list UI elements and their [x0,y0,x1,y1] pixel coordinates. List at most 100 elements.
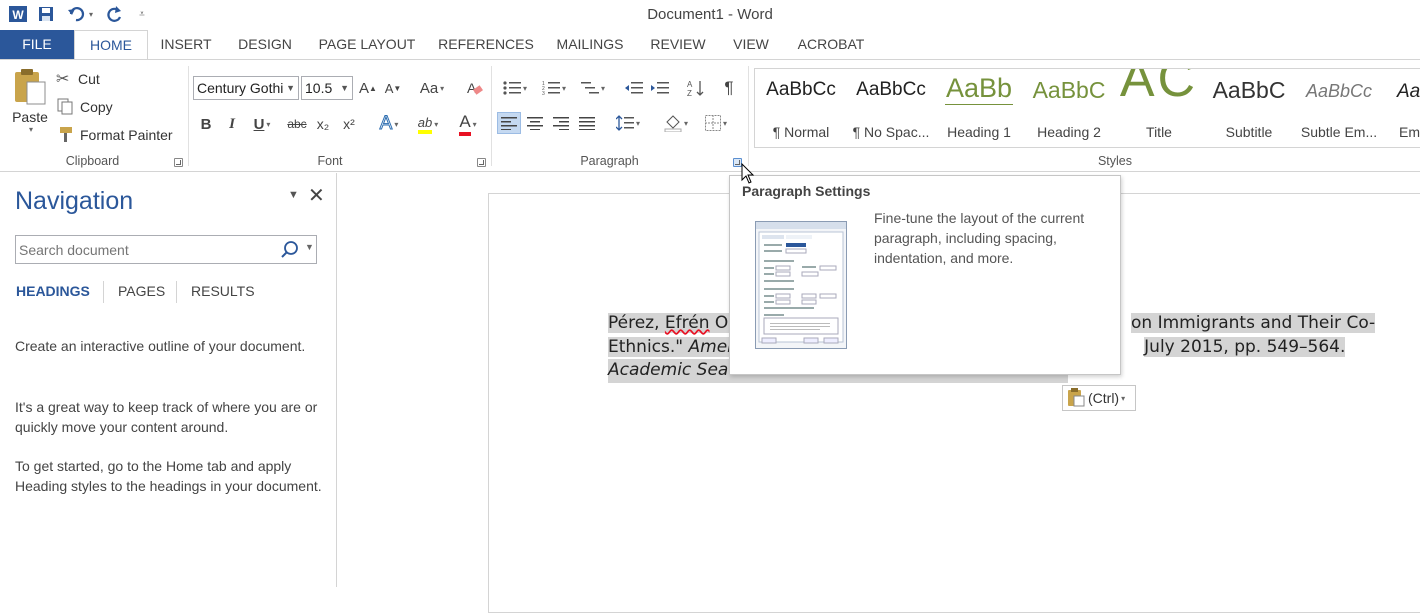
paste-options-label: (Ctrl) [1088,390,1120,406]
style-title[interactable]: AC Title [1115,69,1203,147]
shading-icon[interactable]: ▾ [658,112,694,134]
highlight-color-icon[interactable]: ab ▾ [410,113,446,135]
tab-view[interactable]: VIEW [724,30,778,59]
style-subtitle[interactable]: AaBbC Subtitle [1205,69,1293,147]
citation-text: Pérez, [608,313,665,333]
chevron-down-icon: ▼ [286,83,295,93]
style-heading-2[interactable]: AaBbC Heading 2 [1025,69,1113,147]
paste-options-button[interactable]: (Ctrl) ▾ [1062,385,1136,411]
style-sample: AaBbC [1032,77,1106,103]
bullets-icon[interactable]: ▾ [497,77,533,99]
style-subtle-emphasis[interactable]: AaBbCc Subtle Em... [1295,69,1383,147]
pane-options-icon[interactable]: ▼ [288,189,299,201]
style-name: Subtitle [1225,124,1273,140]
align-left-icon[interactable] [497,112,521,134]
tooltip-description: Fine-tune the layout of the current para… [874,210,1085,266]
tab-home[interactable]: HOME [74,30,148,60]
cut-button[interactable]: ✂ Cut [56,68,100,90]
styles-gallery: AaBbCc ¶ Normal AaBbCc ¶ No Spac... AaBb… [754,68,1420,148]
tab-design[interactable]: DESIGN [228,30,302,59]
strikethrough-button[interactable]: abc [284,113,310,135]
increase-indent-icon[interactable] [648,77,672,99]
subscript-button[interactable]: x₂ [311,113,335,135]
nav-help-text-1: Create an interactive outline of your do… [15,338,306,354]
paragraph-settings-tooltip: Paragraph Settings Fine-tune the layout … [729,175,1121,375]
grow-font-icon[interactable]: A ▲ [356,77,380,99]
tab-pages[interactable]: PAGES [118,283,165,299]
tab-page-layout[interactable]: PAGE LAYOUT [310,30,424,59]
ribbon-tabs: FILE HOME INSERT DESIGN PAGE LAYOUT REFE… [0,30,1420,60]
ribbon: Paste ▾ ✂ Cut Copy Format Painter Clipbo… [0,59,1420,172]
font-color-icon[interactable]: A ▾ [450,112,486,136]
text-effects-icon[interactable]: A ▾ [372,113,406,135]
tab-insert[interactable]: INSERT [152,30,220,59]
copy-button[interactable]: Copy [56,96,113,118]
align-right-icon[interactable] [549,112,573,134]
paste-button[interactable]: Paste ▾ [8,66,52,142]
style-heading-1[interactable]: AaBb Heading 1 [935,69,1023,147]
style-name: ¶ No Spac... [852,124,930,140]
line-spacing-icon[interactable]: ▾ [610,112,646,134]
bold-button[interactable]: B [194,113,218,135]
shrink-font-icon[interactable]: A ▼ [381,77,405,99]
style-normal[interactable]: AaBbCc ¶ Normal [757,69,845,147]
search-input[interactable] [16,236,276,263]
align-center-icon[interactable] [523,112,547,134]
underline-button[interactable]: U ▾ [246,113,278,135]
style-sample: AC [1119,69,1199,108]
scissors-icon: ✂ [56,71,70,88]
style-sample: AaBbCc [1305,81,1373,101]
tab-acrobat[interactable]: ACROBAT [786,30,876,59]
tab-review[interactable]: REVIEW [640,30,716,59]
change-case-icon[interactable]: Aa ▾ [414,77,450,99]
styles-group-label: Styles [1097,154,1133,168]
justify-icon[interactable] [575,112,599,134]
paste-icon [15,69,46,105]
style-emphasis[interactable]: Aa Em [1385,69,1420,147]
separator [491,66,492,166]
tab-file[interactable]: FILE [0,30,74,59]
style-name: Heading 1 [947,124,1011,140]
separator [103,281,104,303]
nav-help-text-2: It's a great way to keep track of where … [15,399,318,435]
font-name-combo[interactable]: Century Gothi ▼ [193,76,299,100]
tab-mailings[interactable]: MAILINGS [548,30,632,59]
citation-text: July 2015, pp. 549–564. [1144,336,1346,357]
borders-icon[interactable]: ▾ [698,112,734,134]
svg-text:A: A [467,80,477,96]
style-no-spacing[interactable]: AaBbCc ¶ No Spac... [847,69,935,147]
format-painter-button[interactable]: Format Painter [56,124,173,146]
search-box: ▼ [15,235,317,264]
superscript-button[interactable]: x² [337,113,361,135]
font-launcher-icon[interactable] [477,158,486,167]
separator [176,281,177,303]
tab-references[interactable]: REFERENCES [432,30,540,59]
style-sample: Aa [1397,81,1420,102]
paste-label: Paste [12,109,48,125]
sort-icon[interactable]: AZ [684,77,708,99]
nav-help-text-3: To get started, go to the Home tab and a… [15,458,322,494]
italic-button[interactable]: I [220,113,244,135]
search-dropdown-icon[interactable]: ▼ [305,242,314,252]
style-name: Heading 2 [1037,124,1101,140]
font-size-combo[interactable]: 10.5 ▼ [301,76,353,100]
navigation-pane: Navigation ▼ ✕ ▼ HEADINGS PAGES RESULTS … [0,173,337,587]
style-name: Title [1146,124,1172,140]
close-icon[interactable]: ✕ [308,183,325,208]
decrease-indent-icon[interactable] [622,77,646,99]
numbering-icon[interactable]: 1 2 3 ▾ [536,77,572,99]
separator [188,66,189,166]
chevron-down-icon: ▼ [340,83,349,93]
clear-formatting-icon[interactable]: A [462,77,486,99]
search-icon[interactable] [280,240,300,265]
style-sample: AaBb [945,73,1013,105]
multilevel-list-icon[interactable]: ▾ [575,77,611,99]
show-hide-icon[interactable]: ¶ [717,77,741,99]
tab-results[interactable]: RESULTS [191,283,255,299]
clipboard-launcher-icon[interactable] [174,158,183,167]
underline-label: U [253,115,265,133]
cut-label: Cut [78,71,100,87]
tooltip-title: Paragraph Settings [742,183,871,199]
tab-headings[interactable]: HEADINGS [16,283,90,299]
paragraph-dialog-thumbnail [755,221,847,349]
